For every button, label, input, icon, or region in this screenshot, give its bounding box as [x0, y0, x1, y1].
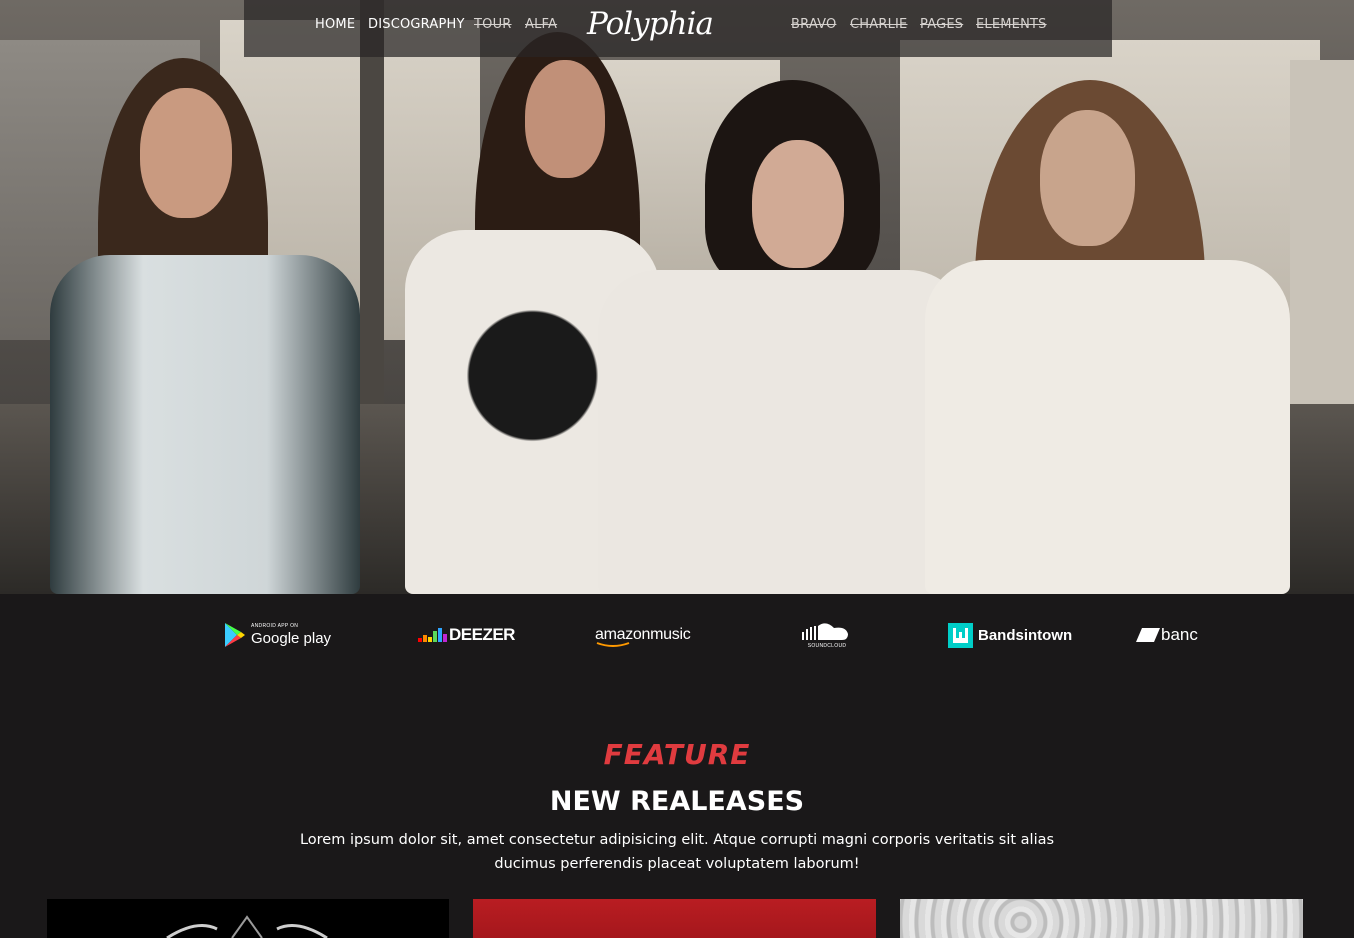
- hero-image: [0, 0, 1354, 594]
- section-intro: Lorem ipsum dolor sit, amet consectetur …: [299, 832, 1055, 872]
- nav-tour[interactable]: TOUR: [474, 17, 512, 32]
- amazon-smile-icon: [596, 642, 630, 647]
- site-logo[interactable]: Polyphia: [587, 6, 763, 50]
- platform-deezer[interactable]: DEEZER: [418, 620, 515, 650]
- face: [140, 88, 232, 218]
- release-card-3[interactable]: [900, 899, 1303, 938]
- face: [752, 140, 844, 268]
- nav-alfa[interactable]: ALFA: [525, 17, 557, 32]
- soundcloud-label: SOUNDCLOUD: [807, 642, 847, 649]
- platform-google-play[interactable]: ANDROID APP ON Google play: [224, 620, 331, 650]
- platform-soundcloud[interactable]: SOUNDCLOUD: [802, 620, 852, 650]
- platform-bandcamp[interactable]: banc: [1136, 620, 1198, 650]
- deezer-icon: [418, 628, 447, 642]
- bandcamp-icon: [1136, 628, 1160, 642]
- bandcamp-label: banc: [1161, 625, 1198, 644]
- platform-amazon-music[interactable]: amazonmusic: [595, 620, 691, 650]
- bandsintown-label: Bandsintown: [978, 626, 1073, 644]
- release-card-2[interactable]: [473, 899, 876, 938]
- album-art-horns: [166, 915, 328, 938]
- google-play-icon: [225, 623, 245, 647]
- sweater: [598, 270, 968, 594]
- deezer-label: DEEZER: [449, 625, 515, 644]
- nav-elements[interactable]: ELEMENTS: [976, 17, 1047, 32]
- release-card-1[interactable]: [47, 899, 449, 938]
- nav-discography[interactable]: DISCOGRAPHY: [368, 17, 465, 32]
- soundcloud-icon: [802, 622, 848, 640]
- nav-charlie[interactable]: CHARLIE: [850, 17, 907, 32]
- section-heading: NEW REALEASES: [549, 786, 805, 817]
- section-eyebrow: FEATURE: [603, 738, 751, 771]
- face: [525, 60, 605, 178]
- nav-home[interactable]: HOME: [315, 17, 355, 32]
- streaming-platforms: ANDROID APP ON Google play DEEZER amazon…: [0, 594, 1354, 674]
- bandsintown-icon: [948, 622, 973, 648]
- top-nav: HOME DISCOGRAPHY TOUR ALFA Polyphia BRAV…: [244, 0, 1112, 57]
- hero-pillar: [360, 0, 384, 450]
- nav-bravo[interactable]: BRAVO: [791, 17, 836, 32]
- shirt: [50, 255, 360, 594]
- shirt: [925, 260, 1290, 594]
- nav-pages[interactable]: PAGES: [920, 17, 963, 32]
- platform-bandsintown[interactable]: Bandsintown: [948, 620, 1072, 650]
- google-play-small-label: ANDROID APP ON: [251, 623, 299, 629]
- face: [1040, 110, 1135, 246]
- google-play-label: Google play: [251, 630, 332, 647]
